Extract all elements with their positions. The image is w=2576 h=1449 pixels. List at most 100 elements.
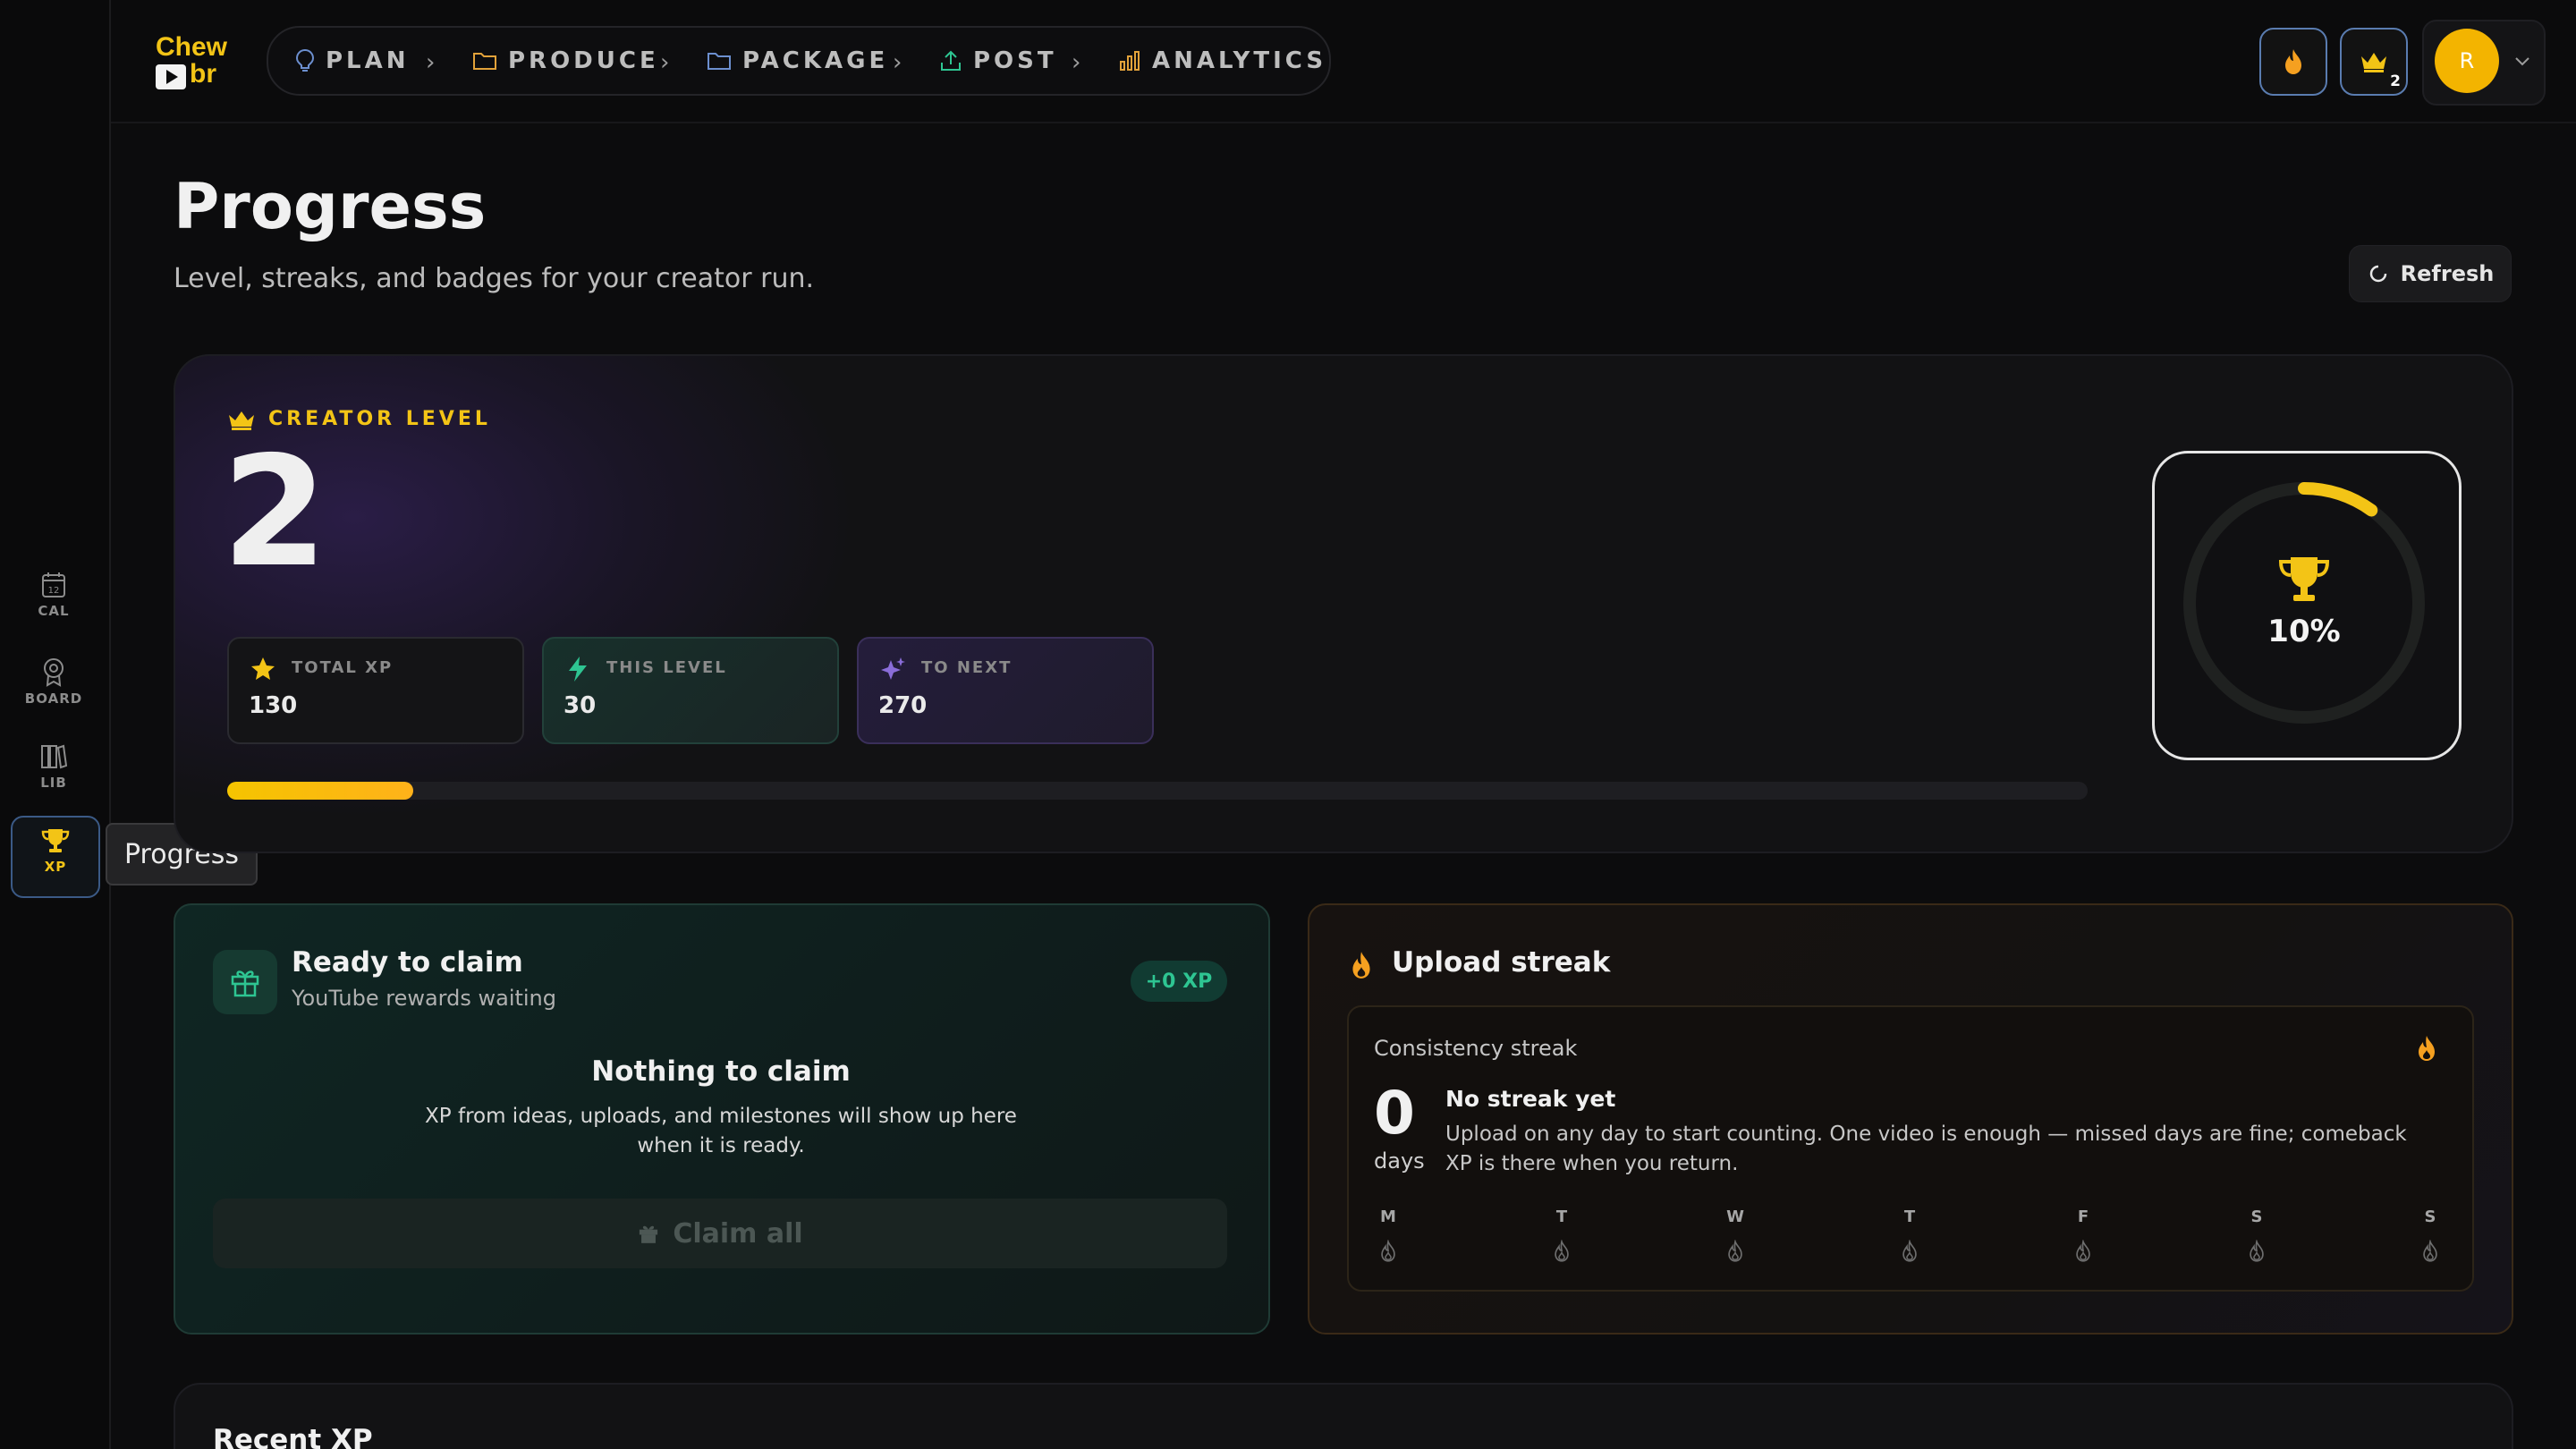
streak-status-title: No streak yet bbox=[1445, 1086, 1616, 1112]
bulb-icon bbox=[295, 48, 315, 72]
nav-item-post[interactable]: POST bbox=[939, 28, 1057, 94]
nav-item-plan[interactable]: PLAN bbox=[295, 28, 410, 94]
left-rail: 12 CAL BOARD LIB XP bbox=[0, 0, 111, 1449]
nav-label: PRODUCE bbox=[508, 47, 659, 74]
stat-value: 130 bbox=[249, 692, 298, 719]
empty-state-title: Nothing to claim bbox=[591, 1055, 851, 1088]
rail-label: BOARD bbox=[24, 691, 83, 707]
recent-xp-title: Recent XP bbox=[213, 1424, 373, 1449]
streak-status-body: Upload on any day to start counting. One… bbox=[1445, 1123, 2407, 1175]
library-icon bbox=[41, 744, 68, 769]
nav-item-package[interactable]: PACKAGE bbox=[707, 28, 888, 94]
page-title: Progress bbox=[174, 170, 487, 243]
weekday-label: W bbox=[1726, 1208, 1744, 1226]
folder-icon bbox=[473, 53, 496, 70]
streak-button[interactable] bbox=[2259, 28, 2327, 96]
trophy-icon bbox=[2278, 557, 2330, 601]
stat-to-next: TO NEXT 270 bbox=[857, 637, 1154, 744]
flame-outline-icon bbox=[1708, 1240, 1762, 1263]
gift-icon bbox=[640, 1225, 658, 1243]
ring-percent: 10% bbox=[2267, 614, 2341, 649]
stat-label: TO NEXT bbox=[921, 658, 1013, 677]
stat-value: 270 bbox=[878, 692, 928, 719]
bar-chart-icon bbox=[1120, 51, 1140, 71]
rail-item-cal[interactable]: 12 CAL bbox=[11, 562, 97, 640]
rail-label: LIB bbox=[40, 775, 67, 791]
streak-count: 0 bbox=[1374, 1079, 1415, 1148]
level-badge: 2 bbox=[2390, 72, 2401, 90]
stat-label: TOTAL XP bbox=[292, 658, 394, 677]
weekday-label: S bbox=[2424, 1208, 2436, 1226]
flame-icon bbox=[1349, 950, 1374, 984]
stat-value: 30 bbox=[564, 692, 597, 719]
avatar[interactable]: R bbox=[2435, 29, 2499, 93]
flame-outline-icon bbox=[1361, 1240, 1415, 1263]
flame-outline-icon bbox=[2403, 1240, 2457, 1263]
nav-label: PLAN bbox=[326, 47, 410, 74]
streak-title: Upload streak bbox=[1392, 946, 1611, 979]
workflow-nav: PLAN › PRODUCE › PACKAGE › POST › ANALYT… bbox=[267, 26, 1331, 96]
rail-item-board[interactable]: BOARD bbox=[11, 648, 97, 726]
logo-text-top: Chew bbox=[156, 32, 228, 62]
gift-icon bbox=[213, 950, 277, 1014]
stat-this-level: THIS LEVEL 30 bbox=[542, 637, 839, 744]
star-icon bbox=[251, 657, 275, 680]
level-progress-ring bbox=[2152, 451, 2462, 760]
refresh-button[interactable]: Refresh bbox=[2349, 245, 2512, 302]
chevron-right-icon: › bbox=[893, 49, 902, 76]
sparkle-icon bbox=[881, 657, 905, 680]
crown-icon bbox=[2361, 53, 2386, 72]
weekday-label: T bbox=[1555, 1208, 1568, 1226]
xp-pill: +0 XP bbox=[1131, 961, 1227, 1002]
logo-text-bottom: br bbox=[190, 59, 216, 89]
bolt-icon bbox=[569, 657, 587, 682]
flame-icon bbox=[2415, 1034, 2438, 1066]
rail-item-xp[interactable]: XP bbox=[11, 816, 100, 898]
nav-label: PACKAGE bbox=[742, 47, 889, 74]
weekday-label: M bbox=[1380, 1208, 1396, 1226]
calendar-icon: 12 bbox=[42, 572, 65, 597]
page-subtitle: Level, streaks, and badges for your crea… bbox=[174, 263, 815, 294]
chevron-right-icon: › bbox=[1072, 49, 1081, 76]
nav-label: POST bbox=[973, 47, 1057, 74]
flame-icon bbox=[2285, 49, 2301, 74]
play-icon bbox=[156, 64, 186, 89]
chevron-right-icon: › bbox=[660, 49, 670, 76]
folder-icon bbox=[708, 53, 731, 70]
pin-icon bbox=[44, 658, 64, 687]
claim-all-label: Claim all bbox=[673, 1217, 803, 1250]
weekday-label: T bbox=[1903, 1208, 1916, 1226]
stat-label: THIS LEVEL bbox=[606, 658, 727, 677]
level-progress-track bbox=[227, 782, 2088, 800]
chevron-down-icon bbox=[2515, 57, 2529, 66]
flame-outline-icon bbox=[2056, 1240, 2110, 1263]
level-button[interactable]: 2 bbox=[2340, 28, 2408, 96]
nav-label: ANALYTICS bbox=[1152, 47, 1327, 74]
flame-outline-icon bbox=[1883, 1240, 1936, 1263]
app-logo[interactable]: Chew br bbox=[154, 34, 234, 89]
weekday-label: F bbox=[2077, 1208, 2089, 1226]
claim-subtitle: YouTube rewards waiting bbox=[292, 986, 557, 1011]
stat-total-xp: TOTAL XP 130 bbox=[227, 637, 524, 744]
trophy-icon bbox=[41, 829, 70, 852]
weekday-label: S bbox=[2250, 1208, 2263, 1226]
rail-label: XP bbox=[44, 859, 67, 875]
rail-label: CAL bbox=[38, 603, 70, 619]
nav-item-analytics[interactable]: ANALYTICS bbox=[1118, 28, 1326, 94]
flame-outline-icon bbox=[1535, 1240, 1589, 1263]
rail-item-lib[interactable]: LIB bbox=[11, 733, 97, 812]
claim-all-button[interactable]: Claim all bbox=[213, 1199, 1227, 1268]
refresh-label: Refresh bbox=[2400, 261, 2495, 286]
consistency-label: Consistency streak bbox=[1374, 1036, 1578, 1061]
recent-xp-card bbox=[174, 1383, 2513, 1449]
level-progress-fill bbox=[227, 782, 413, 800]
creator-level-value: 2 bbox=[222, 424, 328, 601]
claim-title: Ready to claim bbox=[292, 946, 523, 979]
upload-icon bbox=[941, 50, 961, 71]
refresh-icon bbox=[2369, 265, 2386, 283]
flame-outline-icon bbox=[2230, 1240, 2284, 1263]
empty-state-body: XP from ideas, uploads, and milestones w… bbox=[425, 1105, 1017, 1157]
svg-text:12: 12 bbox=[48, 586, 60, 596]
chevron-right-icon: › bbox=[426, 49, 436, 76]
nav-item-produce[interactable]: PRODUCE bbox=[472, 28, 659, 94]
